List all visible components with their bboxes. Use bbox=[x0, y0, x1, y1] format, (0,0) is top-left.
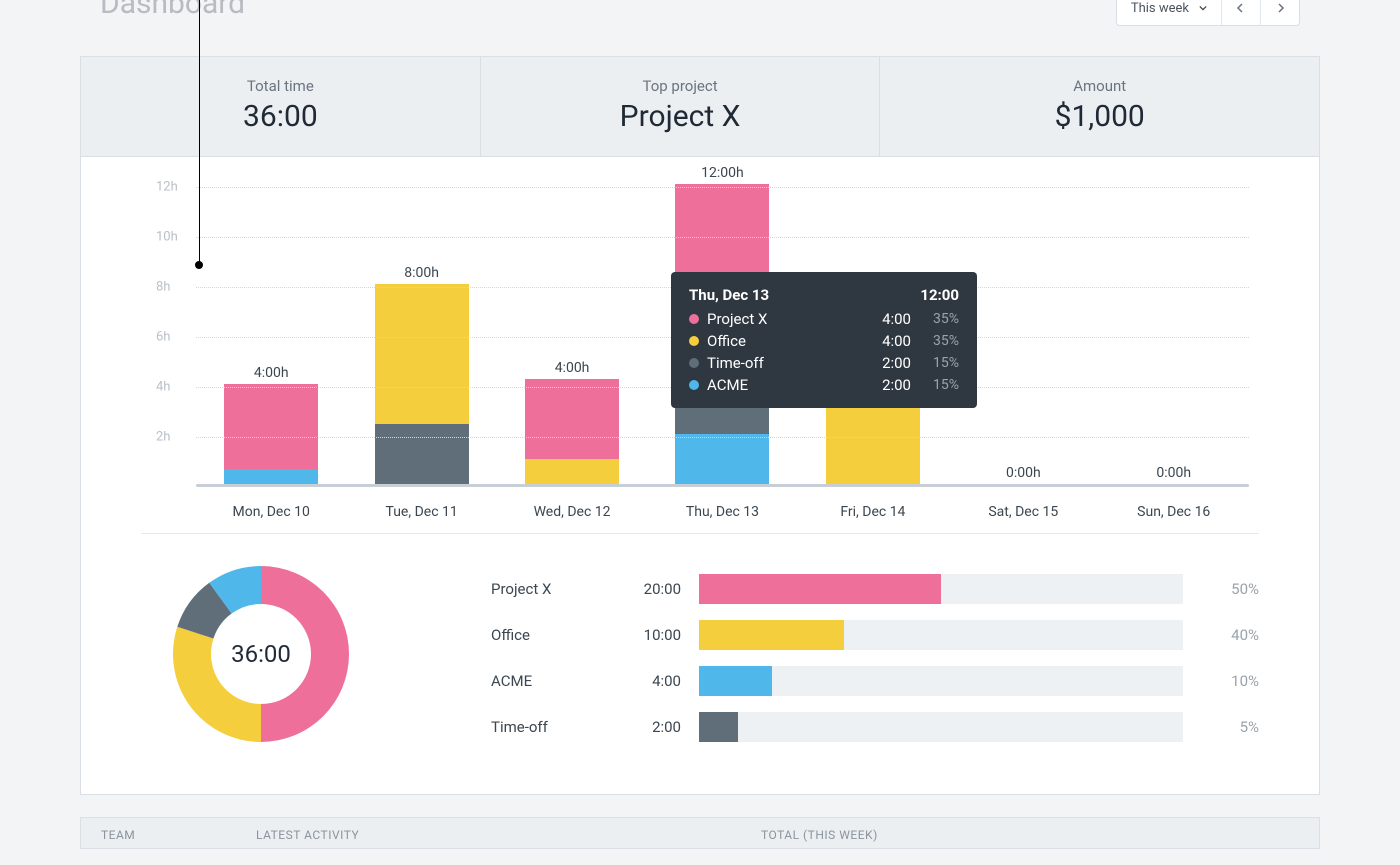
project-time: 10:00 bbox=[611, 626, 681, 644]
col-activity: LATEST ACTIVITY bbox=[256, 828, 359, 842]
bar-segment-office[interactable] bbox=[525, 459, 619, 484]
stat-label: Top project bbox=[481, 77, 880, 95]
dashboard-card: Total time 36:00 Top project Project X A… bbox=[80, 56, 1320, 795]
project-bar bbox=[699, 620, 1183, 650]
range-dropdown[interactable]: This week bbox=[1117, 0, 1222, 25]
tooltip-row: Time-off2:0015% bbox=[689, 354, 959, 372]
project-breakdown: Project X20:00 50% Office10:00 40% ACME4:00 1… bbox=[491, 574, 1259, 758]
project-row: Project X20:00 50% bbox=[491, 574, 1259, 604]
project-pct: 10% bbox=[1199, 672, 1259, 690]
bar-segment-office[interactable] bbox=[375, 284, 469, 424]
project-pct: 40% bbox=[1199, 626, 1259, 644]
tooltip-total: 12:00 bbox=[920, 286, 959, 304]
project-time: 20:00 bbox=[611, 580, 681, 598]
stat-amount: Amount $1,000 bbox=[880, 57, 1319, 156]
project-row: ACME4:00 10% bbox=[491, 666, 1259, 696]
chart-tooltip: Thu, Dec 13 12:00 Project X4:0035% Office… bbox=[671, 272, 977, 408]
x-tick: Sun, Dec 16 bbox=[1137, 504, 1210, 520]
x-tick: Thu, Dec 13 bbox=[686, 504, 759, 520]
date-range-picker[interactable]: This week bbox=[1116, 0, 1300, 26]
bar-segment-acme[interactable] bbox=[224, 469, 318, 484]
x-tick: Sat, Dec 15 bbox=[988, 504, 1058, 520]
project-name: Time-off bbox=[491, 718, 611, 736]
project-bar bbox=[699, 712, 1183, 742]
x-tick: Tue, Dec 11 bbox=[386, 504, 458, 520]
donut-chart: 36:00 bbox=[171, 564, 351, 744]
project-row: Office10:00 40% bbox=[491, 620, 1259, 650]
weekly-bar-chart: 4:00hMon, Dec 108:00hTue, Dec 114:00hWed… bbox=[81, 157, 1319, 507]
range-prev-button[interactable] bbox=[1222, 0, 1261, 25]
stat-label: Amount bbox=[880, 77, 1319, 95]
stat-value: $1,000 bbox=[880, 99, 1319, 134]
chevron-left-icon bbox=[1236, 3, 1246, 13]
project-name: Office bbox=[491, 626, 611, 644]
y-tick: 12h bbox=[156, 180, 178, 195]
tooltip-row: ACME2:0015% bbox=[689, 376, 959, 394]
x-tick: Wed, Dec 12 bbox=[534, 504, 611, 520]
col-team: TEAM bbox=[101, 828, 135, 842]
y-tick: 4h bbox=[156, 380, 170, 395]
project-name: ACME bbox=[491, 672, 611, 690]
project-bar bbox=[699, 666, 1183, 696]
y-tick: 8h bbox=[156, 280, 170, 295]
stat-value: 36:00 bbox=[81, 99, 480, 134]
bar-total-label: 0:00h bbox=[1006, 465, 1041, 481]
bar-total-label: 8:00h bbox=[404, 265, 439, 281]
bar-total-label: 12:00h bbox=[701, 165, 744, 181]
project-pct: 50% bbox=[1199, 580, 1259, 598]
team-table-header: TEAM LATEST ACTIVITY TOTAL (THIS WEEK) bbox=[80, 817, 1320, 849]
chevron-right-icon bbox=[1275, 3, 1285, 13]
stat-label: Total time bbox=[81, 77, 480, 95]
x-tick: Fri, Dec 14 bbox=[840, 504, 905, 520]
project-pct: 5% bbox=[1199, 718, 1259, 736]
page-title: Dashboard bbox=[100, 0, 245, 21]
bar-segment-projectx[interactable] bbox=[525, 379, 619, 459]
bar-total-label: 4:00h bbox=[555, 360, 590, 376]
stat-top-project: Top project Project X bbox=[481, 57, 881, 156]
bar-segment-projectx[interactable] bbox=[224, 384, 318, 469]
project-name: Project X bbox=[491, 580, 611, 598]
col-total: TOTAL (THIS WEEK) bbox=[761, 828, 878, 842]
stat-total-time: Total time 36:00 bbox=[81, 57, 481, 156]
x-tick: Mon, Dec 10 bbox=[233, 504, 310, 520]
y-tick: 10h bbox=[156, 230, 178, 245]
tooltip-row: Project X4:0035% bbox=[689, 310, 959, 328]
range-label: This week bbox=[1131, 1, 1189, 16]
y-tick: 6h bbox=[156, 330, 170, 345]
project-time: 4:00 bbox=[611, 672, 681, 690]
donut-center: 36:00 bbox=[231, 640, 291, 668]
caret-down-icon bbox=[1199, 4, 1207, 12]
bar-segment-projectx[interactable] bbox=[675, 184, 769, 284]
tooltip-row: Office4:0035% bbox=[689, 332, 959, 350]
y-tick: 2h bbox=[156, 430, 170, 445]
project-row: Time-off2:00 5% bbox=[491, 712, 1259, 742]
project-bar bbox=[699, 574, 1183, 604]
bar-total-label: 4:00h bbox=[254, 365, 289, 381]
range-next-button[interactable] bbox=[1261, 0, 1299, 25]
project-time: 2:00 bbox=[611, 718, 681, 736]
bar-total-label: 0:00h bbox=[1156, 465, 1191, 481]
tooltip-day: Thu, Dec 13 bbox=[689, 286, 769, 304]
bar-segment-timeoff[interactable] bbox=[375, 424, 469, 484]
stat-value: Project X bbox=[481, 99, 880, 134]
bar-segment-acme[interactable] bbox=[675, 434, 769, 484]
